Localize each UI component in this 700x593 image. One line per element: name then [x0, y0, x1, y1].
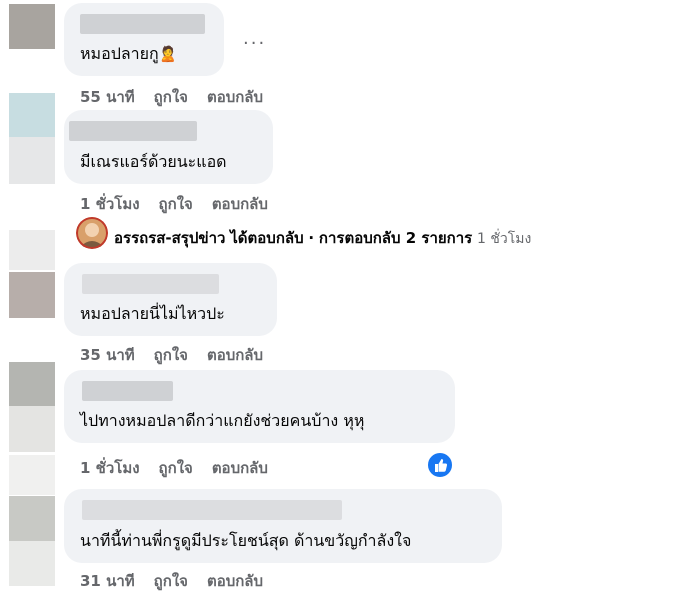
- timestamp[interactable]: 1 ชั่วโมง: [80, 195, 140, 213]
- comment-actions: 1 ชั่วโมง ถูกใจ ตอบกลับ: [80, 192, 287, 216]
- author-name[interactable]: [80, 14, 205, 34]
- reply-button[interactable]: ตอบกลับ: [212, 459, 268, 477]
- reply-action: ได้ตอบกลับ: [230, 229, 304, 247]
- reply-author[interactable]: อรรถรส-สรุปข่าว: [114, 229, 225, 247]
- reply-button[interactable]: ตอบกลับ: [207, 572, 263, 590]
- comment-actions: 31 นาที ถูกใจ ตอบกลับ: [80, 569, 282, 593]
- thumbs-up-icon[interactable]: [426, 451, 454, 479]
- author-name[interactable]: [69, 121, 197, 141]
- avatar: [9, 455, 55, 495]
- avatar[interactable]: [9, 272, 55, 318]
- like-button[interactable]: ถูกใจ: [154, 346, 188, 364]
- author-name[interactable]: [82, 274, 219, 294]
- comment-text: มีเณรแอร์ด้วยนะแอด: [80, 152, 227, 171]
- like-button[interactable]: ถูกใจ: [154, 572, 188, 590]
- avatar: [9, 541, 55, 586]
- comment-bubble: มีเณรแอร์ด้วยนะแอด: [64, 110, 273, 184]
- timestamp[interactable]: 31 นาที: [80, 572, 135, 590]
- author-name[interactable]: [82, 381, 173, 401]
- timestamp[interactable]: 35 นาที: [80, 346, 135, 364]
- comment-text: หมอปลายนี่ไม่ไหวปะ: [80, 304, 225, 323]
- comment-actions: 55 นาที ถูกใจ ตอบกลับ: [80, 85, 282, 109]
- comment-text: หมอปลายกู🙎: [80, 44, 178, 63]
- avatar[interactable]: [9, 93, 55, 137]
- comment-bubble: หมอปลายนี่ไม่ไหวปะ: [64, 263, 277, 336]
- like-button[interactable]: ถูกใจ: [154, 88, 188, 106]
- reply-time: 1 ชั่วโมง: [477, 231, 532, 247]
- separator: ·: [308, 229, 315, 247]
- comment-actions: 1 ชั่วโมง ถูกใจ ตอบกลับ: [80, 456, 287, 480]
- comment-actions: 35 นาที ถูกใจ ตอบกลับ: [80, 343, 282, 367]
- avatar[interactable]: [9, 362, 55, 406]
- reply-count[interactable]: การตอบกลับ 2 รายการ: [319, 229, 472, 247]
- reply-button[interactable]: ตอบกลับ: [212, 195, 268, 213]
- comment-text: นาทีนี้ท่านพี่กรูดูมีประโยชน์สุด ด้านขวั…: [80, 531, 412, 550]
- like-button[interactable]: ถูกใจ: [159, 195, 193, 213]
- emoji-icon: 🙎: [158, 45, 178, 63]
- comment-text: ไปทางหมอปลาดีกว่าแกยังช่วยคนบ้าง หุหุ: [80, 411, 365, 430]
- avatar[interactable]: [9, 496, 55, 541]
- avatar: [9, 137, 55, 184]
- page-avatar-icon[interactable]: [76, 217, 108, 249]
- view-replies-link[interactable]: อรรถรส-สรุปข่าว ได้ตอบกลับ · การตอบกลับ …: [114, 226, 531, 256]
- avatar[interactable]: [9, 4, 55, 49]
- timestamp[interactable]: 1 ชั่วโมง: [80, 459, 140, 477]
- reply-button[interactable]: ตอบกลับ: [207, 88, 263, 106]
- reply-button[interactable]: ตอบกลับ: [207, 346, 263, 364]
- avatar: [9, 230, 55, 270]
- author-name[interactable]: [82, 500, 342, 520]
- more-options-icon[interactable]: ...: [243, 28, 266, 49]
- avatar: [9, 406, 55, 452]
- comment-bubble: นาทีนี้ท่านพี่กรูดูมีประโยชน์สุด ด้านขวั…: [64, 489, 502, 563]
- comment-bubble: ไปทางหมอปลาดีกว่าแกยังช่วยคนบ้าง หุหุ: [64, 370, 455, 443]
- comment-bubble: หมอปลายกู🙎: [64, 3, 224, 76]
- timestamp[interactable]: 55 นาที: [80, 88, 135, 106]
- like-button[interactable]: ถูกใจ: [159, 459, 193, 477]
